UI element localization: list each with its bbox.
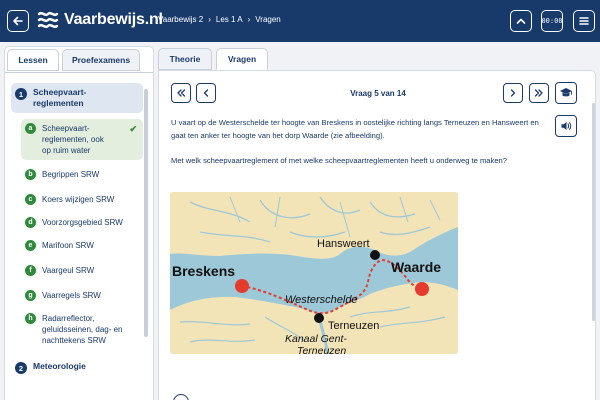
map-image: Breskens Waarde Hansweert Westerschelde …	[170, 192, 458, 354]
question-scrollbar[interactable]	[592, 103, 595, 321]
breadcrumb-item-lesson[interactable]: Les 1 A	[216, 15, 243, 24]
lessons-scrollbar[interactable]	[144, 89, 148, 337]
lesson-title: Begrippen SRW	[42, 170, 100, 179]
hansweert-marker	[370, 250, 380, 260]
lesson-letter: b	[25, 169, 36, 180]
lesson-title: Voorzorgsgebied SRW	[42, 218, 123, 227]
chapter-item-1[interactable]: 1 Scheepvaart-reglementen	[11, 83, 143, 113]
collapse-button[interactable]	[510, 10, 532, 32]
lesson-letter: d	[25, 217, 36, 228]
chapter-title: Meteorologie	[33, 361, 86, 371]
lesson-item-d[interactable]: d Voorzorgsgebied SRW	[21, 214, 143, 231]
graduation-cap-icon	[560, 88, 572, 97]
lesson-item-f[interactable]: f Vaargeul SRW	[21, 262, 143, 279]
logo-text: Vaarbewijs.nl	[64, 11, 163, 28]
chevron-right-icon	[510, 89, 516, 97]
lesson-title: Scheepvaart-reglementen, ook op ruim wat…	[42, 124, 104, 155]
checkmark-icon: ✔	[129, 124, 137, 134]
read-aloud-button[interactable]	[555, 115, 577, 137]
menu-button[interactable]	[573, 10, 595, 32]
terneuzen-marker	[314, 313, 324, 323]
breadcrumb-chevron-icon: ›	[208, 15, 211, 24]
timer-label: 00:00	[541, 17, 563, 25]
map-label-westerschelde: Westerschelde	[285, 294, 358, 306]
lessons-panel: Lessen Proefexamens 1 Scheepvaart-reglem…	[4, 46, 154, 400]
lesson-letter: g	[25, 290, 36, 301]
question-panel: Vraag 5 van 14 U vaart op de Westerschel…	[158, 70, 596, 400]
chapter-title: Scheepvaart-reglementen	[33, 87, 87, 108]
chapter-number: 2	[15, 362, 27, 374]
breadcrumb-chevron-icon: ›	[247, 15, 251, 24]
chapter-item-2[interactable]: 2 Meteorologie	[11, 357, 143, 378]
answer-radio[interactable]	[173, 394, 189, 400]
timer-button[interactable]: 00:00	[541, 10, 563, 32]
top-bar: Vaarbewijs.nl Vaarbewijs 2 › Les 1 A › V…	[0, 0, 600, 42]
map-label-hansweert: Hansweert	[317, 238, 370, 250]
breadcrumb-item-current: Vragen	[255, 15, 281, 24]
map-label-kanaal-line1: Kanaal Gent-	[285, 333, 347, 345]
back-arrow-icon	[13, 16, 23, 26]
left-tabs: Lessen Proefexamens	[7, 49, 143, 71]
lesson-item-e[interactable]: e Marifoon SRW	[21, 237, 143, 254]
lesson-letter: h	[25, 313, 36, 324]
map-label-terneuzen: Terneuzen	[328, 320, 379, 332]
exam-mode-button[interactable]	[555, 82, 577, 104]
logo[interactable]: Vaarbewijs.nl	[36, 9, 163, 31]
next-question-button[interactable]	[503, 83, 523, 103]
lesson-title: Radarreflector, geluidsseinen, dag- en n…	[42, 314, 123, 345]
breadcrumb: Vaarbewijs 2 › Les 1 A › Vragen	[158, 15, 281, 24]
breadcrumb-item-course[interactable]: Vaarbewijs 2	[158, 15, 203, 24]
lesson-item-a[interactable]: a Scheepvaart-reglementen, ook op ruim w…	[21, 119, 143, 160]
waves-logo-icon	[37, 11, 59, 29]
content-tabs: Theorie Vragen	[158, 48, 272, 70]
lesson-letter: a	[25, 123, 36, 134]
map-label-kanaal-line2: Terneuzen	[297, 345, 346, 354]
lesson-title: Marifoon SRW	[42, 241, 94, 250]
tab-divider	[5, 72, 153, 73]
tab-lessen[interactable]: Lessen	[7, 49, 59, 71]
lesson-title: Koers wijzigen SRW	[42, 195, 115, 204]
lessons-list: 1 Scheepvaart-reglementen a Scheepvaart-…	[11, 83, 143, 378]
question-prompt: Met welk scheepvaartreglement of met wel…	[171, 156, 507, 165]
tab-proefexamens[interactable]: Proefexamens	[62, 49, 140, 71]
lesson-item-b[interactable]: b Begrippen SRW	[21, 166, 143, 183]
tab-theorie[interactable]: Theorie	[158, 48, 212, 70]
chapter-number: 1	[15, 88, 27, 100]
lesson-title: Vaargeul SRW	[42, 266, 95, 275]
lesson-letter: f	[25, 265, 36, 276]
speaker-icon	[561, 122, 572, 130]
lesson-item-g[interactable]: g Vaarregels SRW	[21, 287, 143, 304]
double-chevron-right-icon	[534, 89, 543, 97]
lesson-letter: c	[25, 194, 36, 205]
westerschelde-map: Breskens Waarde Hansweert Westerschelde …	[170, 192, 458, 354]
map-label-waarde: Waarde	[391, 259, 441, 275]
menu-icon	[579, 17, 589, 25]
last-question-button[interactable]	[529, 83, 549, 103]
lesson-item-h[interactable]: h Radarreflector, geluidsseinen, dag- en…	[21, 310, 143, 349]
question-text: U vaart op de Westerschelde ter hoogte v…	[171, 118, 539, 140]
lesson-letter: e	[25, 240, 36, 251]
lesson-title: Vaarregels SRW	[42, 291, 101, 300]
tab-vragen[interactable]: Vragen	[216, 48, 268, 70]
map-label-breskens: Breskens	[172, 263, 235, 279]
lesson-item-c[interactable]: c Koers wijzigen SRW	[21, 191, 143, 208]
chevron-up-icon	[516, 18, 526, 24]
back-button[interactable]	[7, 10, 29, 32]
breskens-marker	[235, 279, 249, 293]
waarde-marker	[415, 282, 429, 296]
